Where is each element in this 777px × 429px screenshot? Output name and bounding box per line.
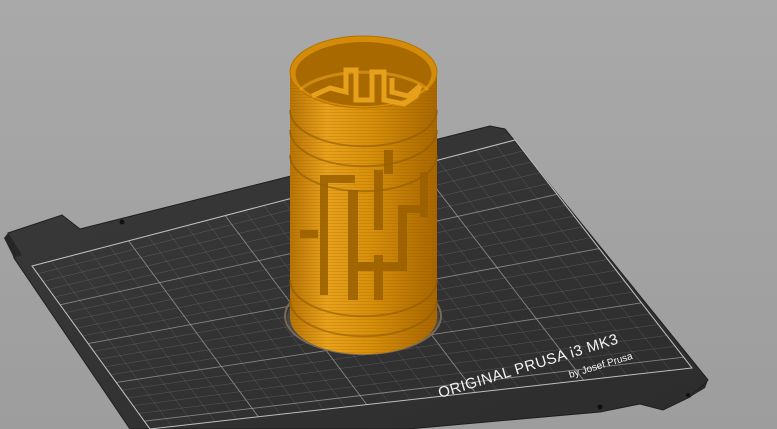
bed-hole-bottom (597, 404, 603, 410)
bed-hole-left (119, 219, 125, 225)
3d-viewport[interactable]: ORIGINAL PRUSA i3 MK3 by Josef Prusa (0, 0, 777, 429)
scene-canvas[interactable]: ORIGINAL PRUSA i3 MK3 by Josef Prusa (0, 0, 777, 429)
model-maze-cylinder[interactable] (284, 35, 442, 355)
bed-hole-right (686, 393, 690, 397)
